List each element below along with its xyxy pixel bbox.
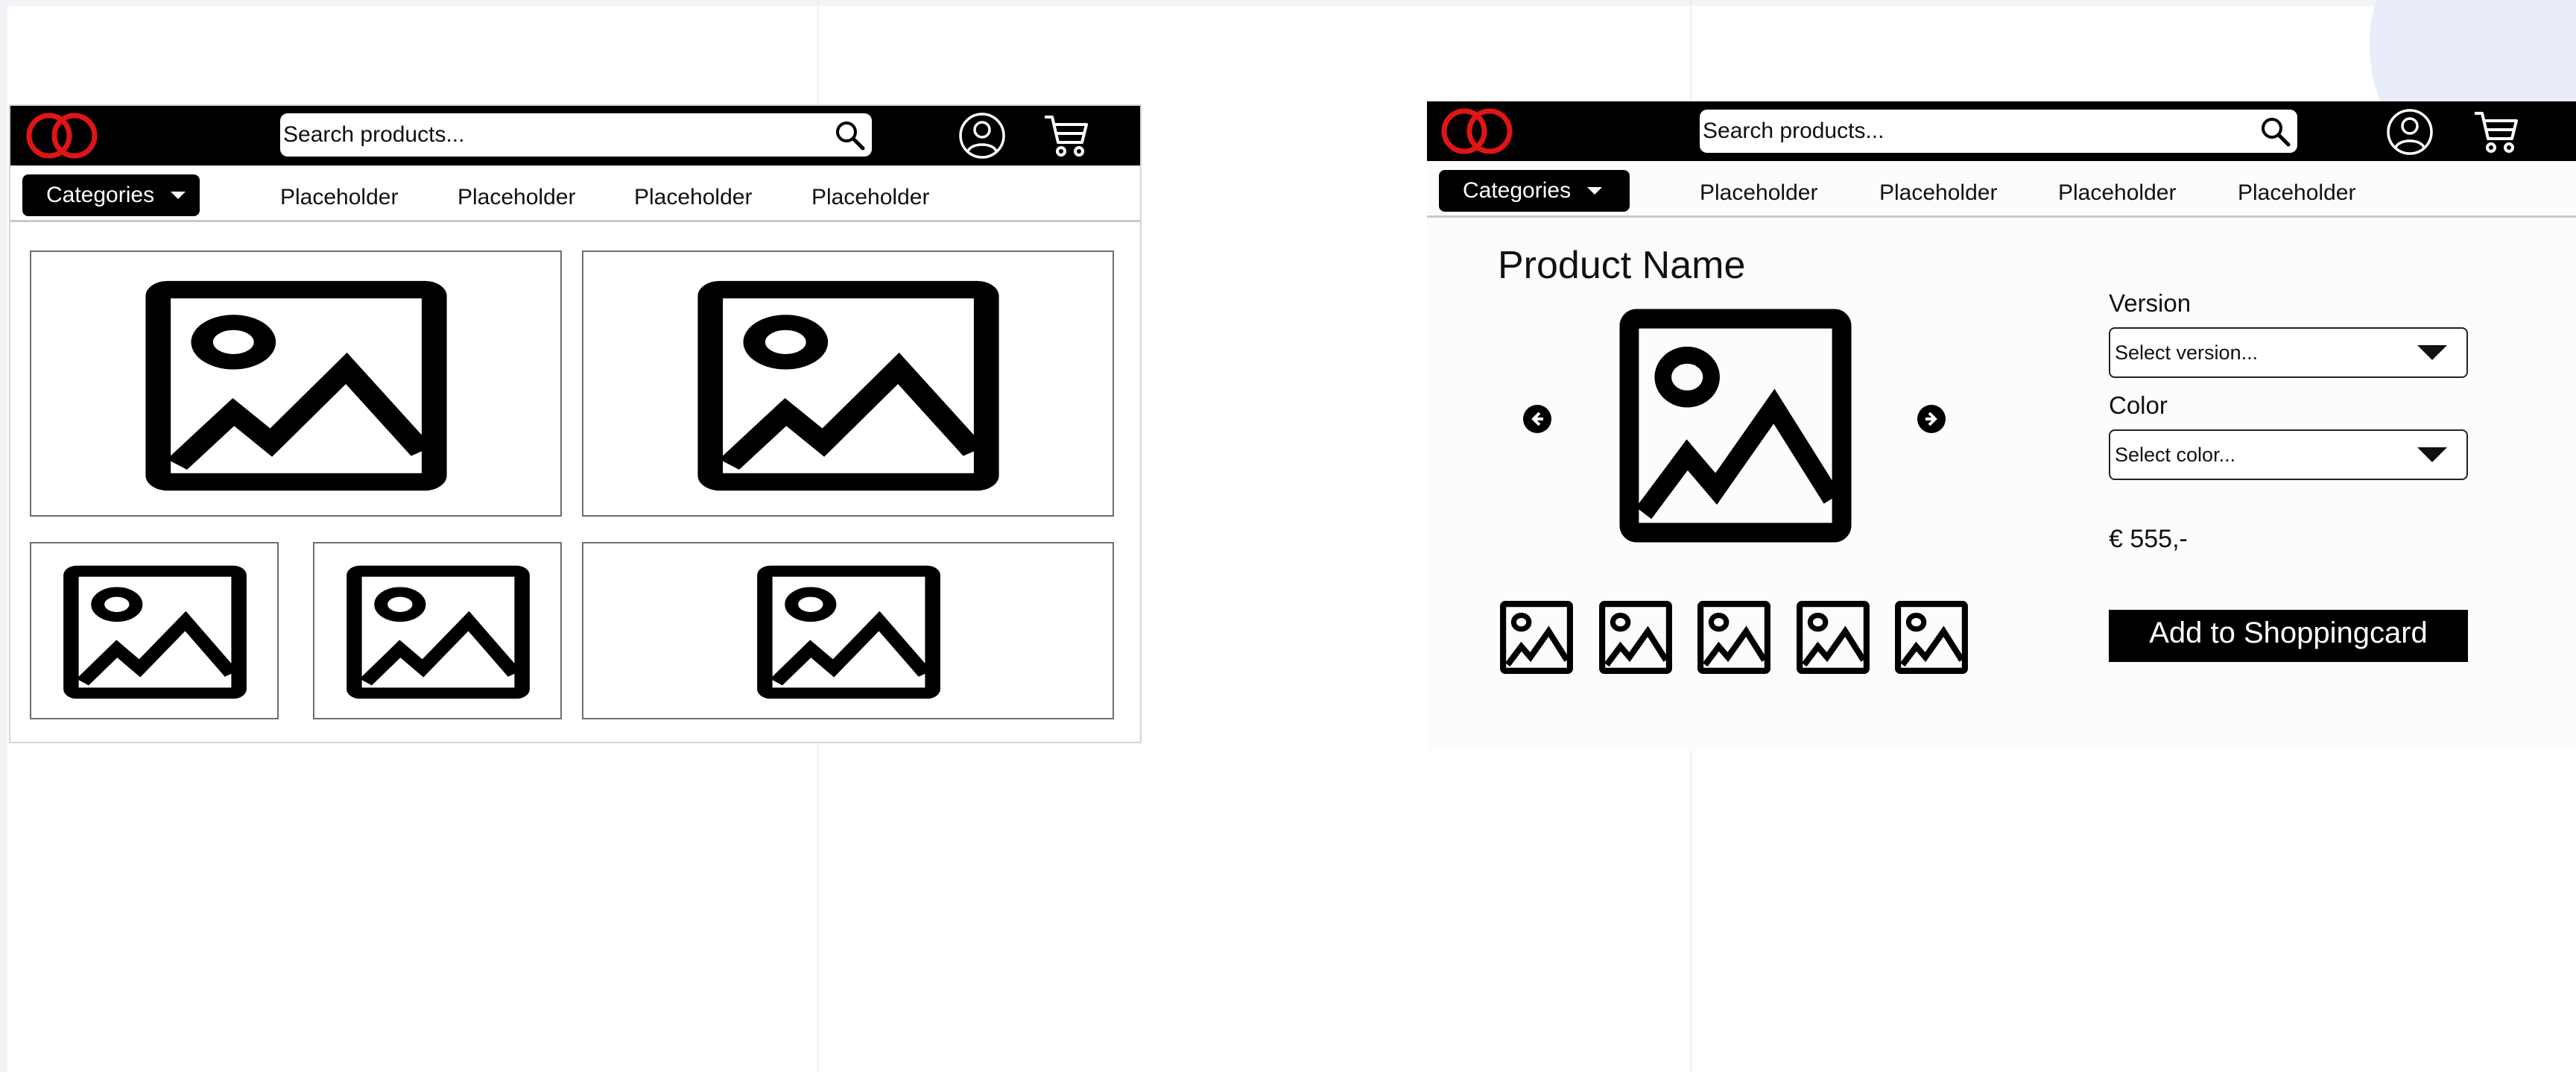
image-placeholder-icon <box>60 563 250 701</box>
arrow-left-icon[interactable] <box>1522 404 1552 434</box>
featured-tile[interactable] <box>582 250 1114 517</box>
chevron-down-icon <box>1587 187 1603 195</box>
product-thumbnail[interactable] <box>1893 599 1969 675</box>
canvas-left-strip <box>0 0 7 1072</box>
nav-item-4[interactable]: Placeholder <box>2238 180 2355 206</box>
nav-item-1[interactable]: Placeholder <box>1700 180 1817 206</box>
image-placeholder-icon <box>753 563 944 701</box>
search-bar[interactable]: Search products... <box>280 113 872 157</box>
categories-button[interactable]: Categories <box>1439 170 1630 212</box>
image-placeholder-icon <box>343 563 534 701</box>
version-select-value: Select version... <box>2115 341 2259 364</box>
categories-label: Categories <box>46 183 155 207</box>
nav-item-1[interactable]: Placeholder <box>280 185 398 210</box>
product-title: Product Name <box>1498 244 1746 287</box>
product-thumbnail[interactable] <box>1499 599 1575 675</box>
header-bar: Search products... <box>1427 101 2576 161</box>
chevron-down-icon <box>2417 345 2447 360</box>
add-to-cart-button[interactable]: Add to Shoppingcard <box>2109 610 2468 662</box>
arrow-right-icon[interactable] <box>1917 404 1946 434</box>
search-icon[interactable] <box>2259 115 2291 148</box>
logo-icon[interactable] <box>1437 106 1521 157</box>
product-thumbnail[interactable] <box>1598 599 1674 675</box>
user-circle-icon[interactable] <box>2385 107 2434 157</box>
logo-icon[interactable] <box>22 110 106 161</box>
product-tile[interactable] <box>582 542 1114 719</box>
category-nav: Categories Placeholder Placeholder Place… <box>10 165 1140 222</box>
color-select[interactable]: Select color... <box>2109 429 2468 480</box>
shopping-cart-icon[interactable] <box>2472 107 2521 157</box>
product-thumbnail[interactable] <box>1795 599 1871 675</box>
category-nav: Categories Placeholder Placeholder Place… <box>1427 161 2576 218</box>
search-icon[interactable] <box>833 119 866 151</box>
search-bar[interactable]: Search products... <box>1700 110 2297 153</box>
user-circle-icon[interactable] <box>958 111 1007 160</box>
version-select[interactable]: Select version... <box>2109 327 2468 378</box>
color-select-value: Select color... <box>2115 443 2236 466</box>
product-tile[interactable] <box>313 542 562 719</box>
nav-item-2[interactable]: Placeholder <box>458 185 575 210</box>
nav-item-4[interactable]: Placeholder <box>811 185 929 210</box>
product-price: € 555,- <box>2109 525 2188 553</box>
nav-item-3[interactable]: Placeholder <box>2058 180 2176 206</box>
chevron-down-icon <box>171 192 186 199</box>
product-tile[interactable] <box>30 542 279 719</box>
version-label: Version <box>2109 289 2192 317</box>
product-main-image <box>1615 304 1856 547</box>
home-wireframe-frame: Search products... Categories Placeholde… <box>9 104 1142 743</box>
nav-item-2[interactable]: Placeholder <box>1879 180 1997 206</box>
canvas-top-strip <box>0 0 2576 6</box>
search-input[interactable]: Search products... <box>1703 119 2259 144</box>
product-thumbnail[interactable] <box>1696 599 1772 675</box>
categories-button[interactable]: Categories <box>22 174 200 216</box>
color-label: Color <box>2109 391 2168 419</box>
product-wireframe-frame: Search products... Categories Placeholde… <box>1427 101 2576 750</box>
search-input[interactable]: Search products... <box>283 122 833 148</box>
chevron-down-icon <box>2417 447 2447 462</box>
shopping-cart-icon[interactable] <box>1042 111 1091 160</box>
featured-tile[interactable] <box>30 250 562 517</box>
nav-item-3[interactable]: Placeholder <box>634 185 752 210</box>
categories-label: Categories <box>1463 178 1572 203</box>
image-placeholder-icon <box>692 277 1005 495</box>
image-placeholder-icon <box>139 277 453 495</box>
header-bar: Search products... <box>10 106 1140 165</box>
